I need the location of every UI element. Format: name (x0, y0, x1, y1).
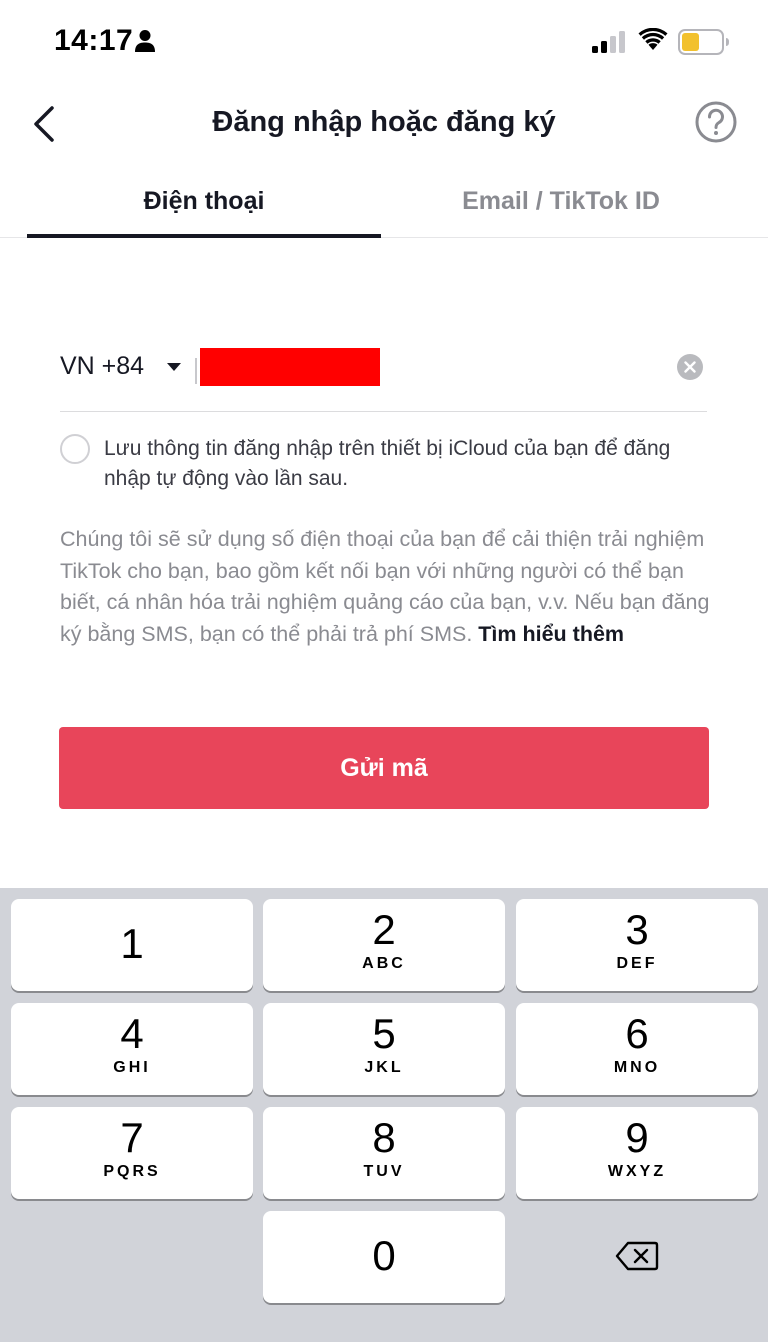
key-letters: TUV (363, 1163, 405, 1180)
wifi-icon (638, 28, 668, 50)
key-number: 5 (372, 1010, 396, 1057)
send-code-button[interactable]: Gửi mã (59, 727, 709, 809)
phone-row: VN +84 (60, 340, 707, 412)
backspace-icon (615, 1241, 659, 1271)
key-letters: PQRS (103, 1163, 161, 1180)
key-7[interactable]: 7 PQRS (11, 1107, 253, 1199)
key-letters: ABC (362, 955, 406, 972)
battery-icon (678, 29, 729, 55)
clear-button[interactable] (677, 354, 703, 380)
signal-icon (592, 31, 625, 53)
status-bar: 14:17 (0, 0, 768, 84)
caret-down-icon (167, 363, 181, 371)
key-number: 7 (120, 1114, 144, 1161)
key-number: 3 (625, 906, 649, 953)
key-8[interactable]: 8 TUV (263, 1107, 505, 1199)
text-cursor (195, 358, 197, 384)
tab-phone[interactable]: Điện thoại (27, 164, 381, 238)
key-number: 9 (625, 1114, 649, 1161)
delete-key[interactable] (516, 1210, 758, 1302)
key-0[interactable]: 0 (263, 1211, 505, 1303)
help-circle-icon (695, 101, 737, 143)
key-number: 8 (372, 1114, 396, 1161)
key-2[interactable]: 2 ABC (263, 899, 505, 991)
key-letters: JKL (364, 1059, 404, 1076)
key-1[interactable]: 1 (11, 899, 253, 991)
key-letters: DEF (616, 955, 658, 972)
key-5[interactable]: 5 JKL (263, 1003, 505, 1095)
learn-more-link[interactable]: Tìm hiểu thêm (478, 622, 624, 646)
key-6[interactable]: 6 MNO (516, 1003, 758, 1095)
tab-email[interactable]: Email / TikTok ID (384, 164, 738, 238)
page-title: Đăng nhập hoặc đăng ký (212, 106, 556, 138)
remember-login-label: Lưu thông tin đăng nhập trên thiết bị iC… (104, 437, 671, 490)
close-icon (684, 361, 696, 373)
key-number: 6 (625, 1010, 649, 1057)
key-9[interactable]: 9 WXYZ (516, 1107, 758, 1199)
help-button[interactable] (694, 100, 738, 144)
person-icon (135, 30, 155, 52)
status-time: 14:17 (54, 24, 134, 57)
key-4[interactable]: 4 GHI (11, 1003, 253, 1095)
tab-underline (27, 234, 381, 238)
key-3[interactable]: 3 DEF (516, 899, 758, 991)
key-letters: MNO (613, 1059, 661, 1076)
info-text: Chúng tôi sẽ sử dụng số điện thoại của b… (60, 524, 712, 650)
phone-number-input[interactable] (200, 348, 380, 386)
key-letters: GHI (113, 1059, 151, 1076)
numeric-keyboard: 1 2 ABC 3 DEF 4 GHI 5 JKL 6 MNO 7 PQRS 8… (0, 888, 768, 1342)
header: Đăng nhập hoặc đăng ký (0, 84, 768, 164)
key-letters: WXYZ (607, 1163, 667, 1180)
tabs: Điện thoại Email / TikTok ID (0, 164, 768, 238)
key-number: 4 (120, 1010, 144, 1057)
remember-login-checkbox[interactable] (60, 434, 90, 464)
key-number: 2 (372, 906, 396, 953)
country-code-selector[interactable]: VN +84 (60, 352, 144, 381)
key-number: 0 (372, 1232, 396, 1279)
key-number: 1 (120, 920, 144, 967)
